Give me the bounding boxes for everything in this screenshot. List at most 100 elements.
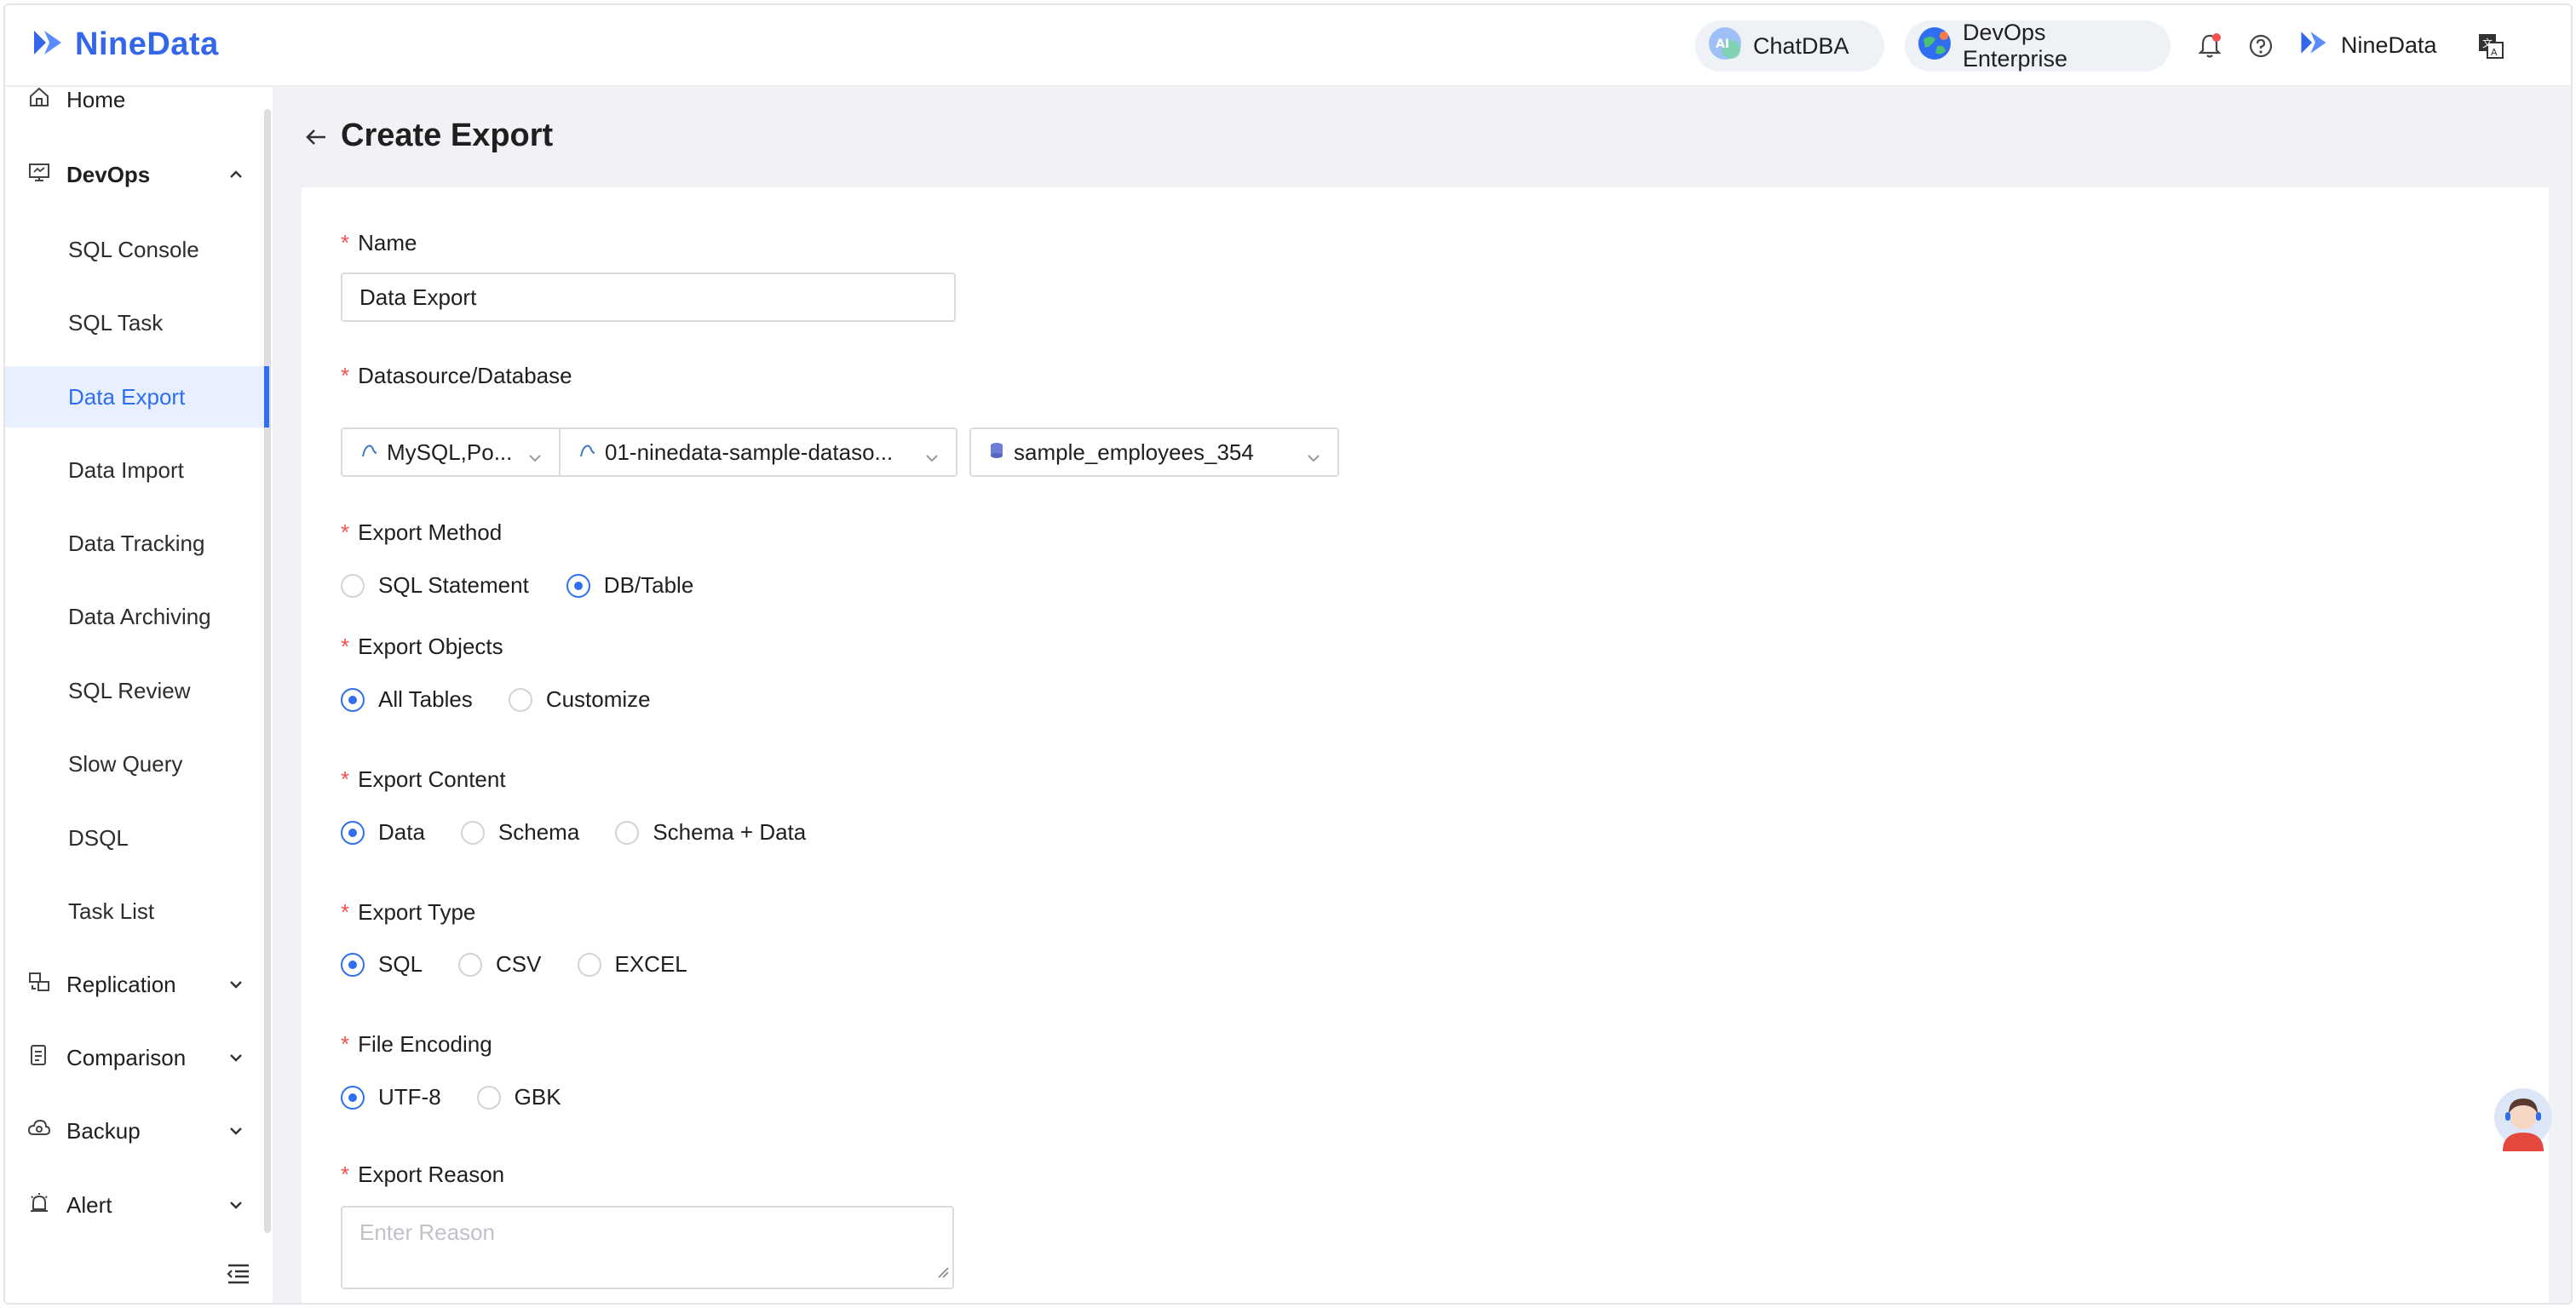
user-avatar-icon — [2297, 26, 2331, 66]
radio-label: All Tables — [378, 686, 473, 712]
chevron-down-icon — [227, 973, 245, 1000]
sidebar-item-devops[interactable]: DevOps — [5, 138, 264, 211]
sidebar-item-label: Backup — [66, 1117, 141, 1144]
sidebar-item-sql-console[interactable]: SQL Console — [5, 219, 264, 280]
radio-db-table[interactable]: DB/Table — [566, 572, 693, 599]
page-header: Create Export — [274, 87, 2571, 187]
required-mark: * — [341, 363, 350, 388]
language-icon[interactable]: 文 A — [2475, 31, 2506, 61]
datasource-type-value: MySQL,Po... — [387, 439, 513, 465]
required-mark: * — [341, 230, 350, 255]
export-content-label: * Export Content — [341, 766, 506, 793]
sidebar-item-replication[interactable]: Replication — [5, 948, 264, 1021]
datasource-label: * Datasource/Database — [341, 363, 572, 389]
label-text: Datasource/Database — [358, 363, 572, 388]
required-mark: * — [341, 519, 350, 545]
logo[interactable]: NineData — [29, 24, 219, 66]
radio-excel[interactable]: EXCEL — [577, 951, 687, 978]
sidebar-item-sql-task[interactable]: SQL Task — [5, 292, 264, 353]
sidebar-item-label: Data Archiving — [68, 603, 211, 629]
sidebar-item-label: SQL Task — [68, 309, 164, 336]
datasource-select[interactable]: 01-ninedata-sample-dataso... — [559, 427, 957, 477]
sidebar-item-label: Task List — [68, 898, 155, 924]
export-type-label: * Export Type — [341, 899, 475, 926]
globe-icon — [1917, 26, 1952, 67]
database-select[interactable]: sample_employees_354 — [969, 427, 1339, 477]
name-input[interactable]: Data Export — [341, 272, 956, 322]
sidebar-item-sql-review[interactable]: SQL Review — [5, 660, 264, 721]
bell-icon[interactable] — [2194, 31, 2225, 61]
export-form: * Name Data Export * Datasource/Database M… — [302, 187, 2549, 1303]
radio-sql-statement[interactable]: SQL Statement — [341, 572, 529, 599]
required-mark: * — [341, 1162, 350, 1187]
back-arrow-icon[interactable] — [303, 124, 329, 154]
radio-schema[interactable]: Schema — [460, 819, 580, 846]
sidebar-item-data-archiving[interactable]: Data Archiving — [5, 586, 264, 647]
chevron-down-icon — [227, 1194, 245, 1220]
export-reason-textarea[interactable]: Enter Reason — [341, 1206, 954, 1289]
sidebar-item-label: Slow Query — [68, 750, 183, 777]
chevron-down-icon — [1305, 446, 1322, 473]
sidebar-item-label: SQL Review — [68, 677, 191, 703]
sidebar-item-data-export[interactable]: Data Export — [5, 366, 269, 427]
radio-data[interactable]: Data — [341, 819, 425, 846]
sidebar-item-label: Data Import — [68, 456, 184, 483]
sidebar-item-label: Alert — [66, 1191, 112, 1218]
help-icon[interactable] — [2245, 31, 2276, 61]
radio-label: Schema — [497, 819, 580, 845]
radio-label: SQL — [378, 951, 423, 977]
radio-customize[interactable]: Customize — [508, 686, 651, 713]
radio-sql[interactable]: SQL — [341, 951, 423, 978]
name-value: Data Export — [359, 284, 477, 310]
required-mark: * — [341, 899, 350, 925]
file-encoding-group: UTF-8 GBK — [341, 1084, 590, 1110]
sidebar-scrollbar[interactable] — [264, 109, 271, 1233]
sidebar-item-data-import[interactable]: Data Import — [5, 439, 264, 501]
label-text: Export Reason — [358, 1162, 505, 1187]
sidebar-item-dsql[interactable]: DSQL — [5, 807, 264, 869]
alarm-icon — [27, 1190, 51, 1220]
radio-utf8[interactable]: UTF-8 — [341, 1084, 441, 1110]
sidebar-item-label: Replication — [66, 971, 176, 997]
radio-circle — [458, 952, 483, 977]
sidebar-item-alert[interactable]: Alert — [5, 1168, 264, 1242]
mysql-icon — [578, 439, 596, 466]
export-method-group: SQL Statement DB/Table — [341, 572, 722, 599]
sidebar-item-label: Home — [66, 86, 126, 112]
radio-csv[interactable]: CSV — [458, 951, 542, 978]
radio-schema-data[interactable]: Schema + Data — [615, 819, 806, 846]
chatdba-button[interactable]: AI ChatDBA — [1695, 20, 1884, 72]
export-content-group: Data Schema Schema + Data — [341, 819, 835, 846]
resize-handle-icon[interactable] — [937, 1258, 949, 1284]
radio-circle — [476, 1085, 501, 1110]
radio-circle — [566, 573, 590, 598]
radio-gbk[interactable]: GBK — [476, 1084, 561, 1110]
sidebar-item-label: SQL Console — [68, 236, 199, 262]
required-mark: * — [341, 766, 350, 792]
sidebar-item-data-tracking[interactable]: Data Tracking — [5, 513, 264, 574]
svg-text:AI: AI — [1716, 37, 1729, 51]
label-text: Export Objects — [358, 634, 503, 659]
export-method-label: * Export Method — [341, 519, 502, 546]
top-bar: NineData AI ChatDBA DevOps Enterprise Ni… — [5, 5, 2571, 87]
export-reason-placeholder: Enter Reason — [359, 1219, 495, 1245]
sidebar-item-slow-query[interactable]: Slow Query — [5, 733, 264, 795]
app-window: NineData AI ChatDBA DevOps Enterprise Ni… — [3, 3, 2573, 1305]
collapse-sidebar-icon[interactable] — [225, 1262, 252, 1290]
datasource-type-select[interactable]: MySQL,Po... — [341, 427, 561, 477]
chevron-up-icon — [227, 164, 245, 190]
sidebar-item-task-list[interactable]: Task List — [5, 881, 264, 942]
radio-label: EXCEL — [614, 951, 687, 977]
edition-label: DevOps Enterprise — [1963, 20, 2068, 72]
export-reason-label: * Export Reason — [341, 1162, 504, 1188]
sidebar-item-home[interactable]: Home — [5, 63, 264, 136]
sidebar-item-backup[interactable]: Backup — [5, 1094, 264, 1167]
support-assistant-icon[interactable] — [2493, 1085, 2554, 1153]
radio-label: SQL Statement — [378, 572, 529, 598]
radio-all-tables[interactable]: All Tables — [341, 686, 473, 713]
edition-button[interactable]: DevOps Enterprise — [1905, 20, 2171, 72]
comparison-icon — [27, 1043, 51, 1073]
user-menu[interactable]: NineData — [2297, 26, 2437, 66]
replication-icon — [27, 970, 51, 1000]
sidebar-item-comparison[interactable]: Comparison — [5, 1021, 264, 1094]
